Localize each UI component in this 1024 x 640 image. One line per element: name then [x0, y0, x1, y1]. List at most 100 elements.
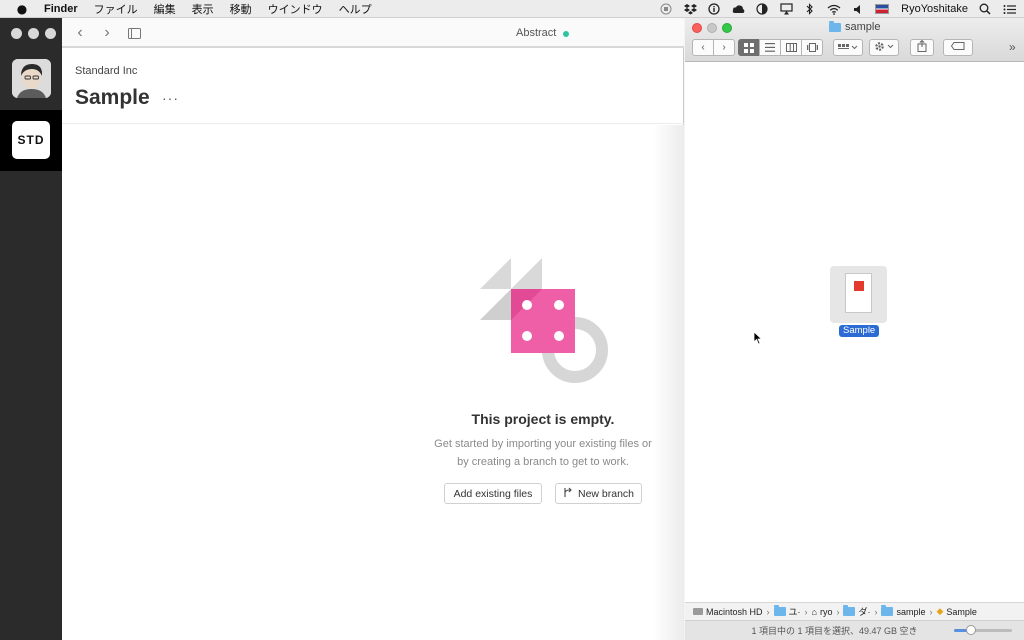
menu-window[interactable]: ウインドウ — [268, 1, 323, 17]
list-icon[interactable] — [1002, 2, 1016, 16]
finder-forward-icon[interactable]: › — [713, 39, 735, 56]
add-existing-files-button[interactable]: Add existing files — [444, 483, 542, 504]
gallery-view-icon[interactable] — [801, 39, 823, 56]
folder-icon — [773, 605, 786, 616]
org-sidebar: STD — [0, 18, 62, 640]
path-item-downloads[interactable]: ダ· — [843, 605, 870, 618]
info-icon[interactable] — [707, 2, 721, 16]
finder-back-icon[interactable]: ‹ — [692, 39, 714, 56]
menu-go[interactable]: 移動 — [230, 1, 252, 17]
path-item-macintosh-hd[interactable]: Macintosh HD — [693, 607, 763, 617]
folder-icon — [881, 605, 894, 616]
empty-state-title: This project is empty. — [471, 411, 615, 427]
menu-edit[interactable]: 編集 — [154, 1, 176, 17]
abstract-toolbar: ‹ › Abstract — [62, 18, 684, 48]
tag-icon — [950, 42, 965, 53]
new-branch-label: New branch — [577, 487, 635, 500]
scroll-shadow — [652, 125, 684, 640]
page-title: Sample — [75, 86, 150, 109]
finder-title-label: sample — [845, 21, 881, 33]
arrange-button[interactable] — [833, 39, 863, 56]
empty-state-description-line1: Get started by importing your existing f… — [434, 438, 652, 450]
airplay-icon[interactable] — [779, 2, 793, 16]
finder-close-button[interactable] — [692, 23, 702, 33]
share-button[interactable] — [910, 39, 934, 56]
column-view-icon[interactable] — [780, 39, 802, 56]
icon-view-icon[interactable] — [738, 39, 760, 56]
finder-content: Sample — [685, 63, 1024, 603]
hd-icon — [693, 608, 703, 615]
dropbox-icon[interactable] — [683, 2, 697, 16]
folder-icon — [843, 605, 856, 616]
zoom-button[interactable] — [45, 28, 56, 39]
flag-icon[interactable] — [875, 2, 890, 16]
list-view-icon[interactable] — [759, 39, 781, 56]
sync-status-dot — [563, 31, 569, 37]
status-bar: 1 項目中の 1 項目を選択、49.47 GB 空き — [685, 620, 1024, 640]
new-branch-button[interactable]: New branch — [555, 483, 642, 504]
breadcrumb-org[interactable]: Standard Inc — [75, 65, 137, 77]
sidebar-toggle-icon[interactable] — [125, 24, 143, 42]
finder-nav-buttons: ‹ › — [692, 39, 735, 56]
wifi-icon[interactable] — [827, 2, 841, 16]
menu-bar: ● Finder ファイル 編集 表示 移動 ウインドウ ヘルプ RyoYosh… — [0, 0, 1024, 18]
finder-titlebar: sample ‹ › » — [685, 18, 1024, 62]
sketch-file-icon: ◆ — [936, 606, 944, 616]
forward-icon[interactable]: › — [98, 24, 116, 42]
finder-zoom-button[interactable] — [722, 23, 732, 33]
username[interactable]: RyoYoshitake — [901, 3, 968, 15]
more-options-button[interactable]: ··· — [162, 90, 179, 106]
org-badge[interactable]: STD — [12, 121, 50, 159]
close-button[interactable] — [11, 28, 22, 39]
sample-file-label[interactable]: Sample — [839, 325, 880, 337]
path-separator: › — [836, 606, 840, 617]
org-item-selected[interactable]: STD — [0, 110, 62, 171]
path-item-home[interactable]: ⌂ ryo — [812, 607, 833, 617]
gear-icon — [874, 41, 894, 55]
path-separator: › — [766, 606, 770, 617]
window-controls — [11, 28, 56, 39]
bluetooth-icon[interactable] — [803, 2, 817, 16]
view-mode-switcher — [738, 39, 823, 56]
share-icon — [917, 39, 927, 55]
finder-minimize-button[interactable] — [707, 23, 717, 33]
minimize-button[interactable] — [28, 28, 39, 39]
add-existing-files-label: Add existing files — [453, 487, 533, 500]
volume-icon[interactable] — [851, 2, 865, 16]
menu-view[interactable]: 表示 — [192, 1, 214, 17]
action-gear-button[interactable] — [869, 39, 899, 56]
finder-window: sample ‹ › » Sample Macintosh HD › ユ· › … — [685, 18, 1024, 640]
back-icon[interactable]: ‹ — [71, 24, 89, 42]
mouse-cursor-icon — [753, 331, 763, 345]
stop-icon[interactable] — [659, 2, 673, 16]
path-separator: › — [874, 606, 878, 617]
path-separator: › — [929, 606, 933, 617]
menu-help[interactable]: ヘルプ — [339, 1, 372, 17]
branch-icon — [563, 487, 573, 501]
path-bar: Macintosh HD › ユ· › ⌂ ryo › ダ· › sample ›… — [685, 602, 1024, 620]
finder-window-controls — [692, 23, 732, 33]
toolbar-overflow-icon[interactable]: » — [1009, 40, 1016, 54]
icon-size-slider-knob[interactable] — [966, 625, 977, 635]
menu-file[interactable]: ファイル — [94, 1, 138, 17]
status-text: 1 項目中の 1 項目を選択、49.47 GB 空き — [751, 626, 918, 636]
abstract-window: STD ‹ › Abstract Standard Inc Sample ··· — [0, 18, 684, 640]
window-title: Abstract — [516, 27, 557, 39]
path-separator: › — [804, 606, 808, 617]
empty-project-illustration — [480, 258, 608, 383]
project-content: This project is empty. Get started by im… — [62, 125, 684, 640]
cloud-icon[interactable] — [731, 2, 745, 16]
avatar[interactable] — [12, 59, 51, 98]
finder-title: sample — [829, 20, 881, 33]
tags-button[interactable] — [943, 39, 973, 56]
sample-file-icon[interactable] — [830, 266, 887, 323]
path-item-sample-folder[interactable]: sample — [881, 605, 926, 617]
menu-finder[interactable]: Finder — [44, 3, 78, 15]
apple-icon[interactable]: ● — [14, 2, 30, 16]
empty-state-description-line2: by creating a branch to get to work. — [457, 456, 629, 468]
icon-size-slider[interactable] — [954, 625, 1012, 635]
contrast-icon[interactable] — [755, 2, 769, 16]
search-icon[interactable] — [978, 2, 992, 16]
path-item-sample-file[interactable]: ◆ Sample — [937, 606, 977, 617]
path-item-users[interactable]: ユ· — [773, 605, 801, 618]
